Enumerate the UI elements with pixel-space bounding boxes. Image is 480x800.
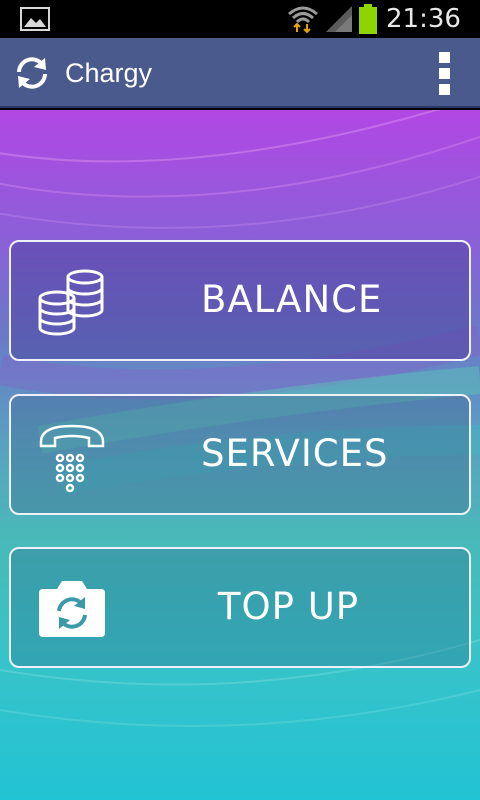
- services-button[interactable]: SERVICES: [9, 394, 471, 515]
- status-time: 21:36: [386, 4, 461, 34]
- main-content: BALANCE SERVICES TOP UP: [0, 110, 480, 800]
- refresh-icon[interactable]: [14, 56, 50, 90]
- action-bar: Chargy: [0, 38, 480, 108]
- services-label: SERVICES: [201, 432, 389, 475]
- coins-icon: [38, 269, 104, 336]
- app-title: Chargy: [65, 58, 153, 88]
- camera-refresh-icon: [39, 581, 105, 637]
- status-bar: 21:36: [0, 0, 480, 38]
- signal-icon: [326, 6, 352, 32]
- balance-label: BALANCE: [201, 278, 383, 321]
- balance-button[interactable]: BALANCE: [9, 240, 471, 361]
- battery-icon: [359, 4, 377, 34]
- wifi-icon: [288, 6, 318, 34]
- telephone-icon: [39, 424, 105, 492]
- topup-label: TOP UP: [217, 585, 360, 628]
- topup-button[interactable]: TOP UP: [9, 547, 471, 668]
- gallery-icon: [20, 7, 50, 31]
- overflow-menu-icon[interactable]: [431, 52, 457, 98]
